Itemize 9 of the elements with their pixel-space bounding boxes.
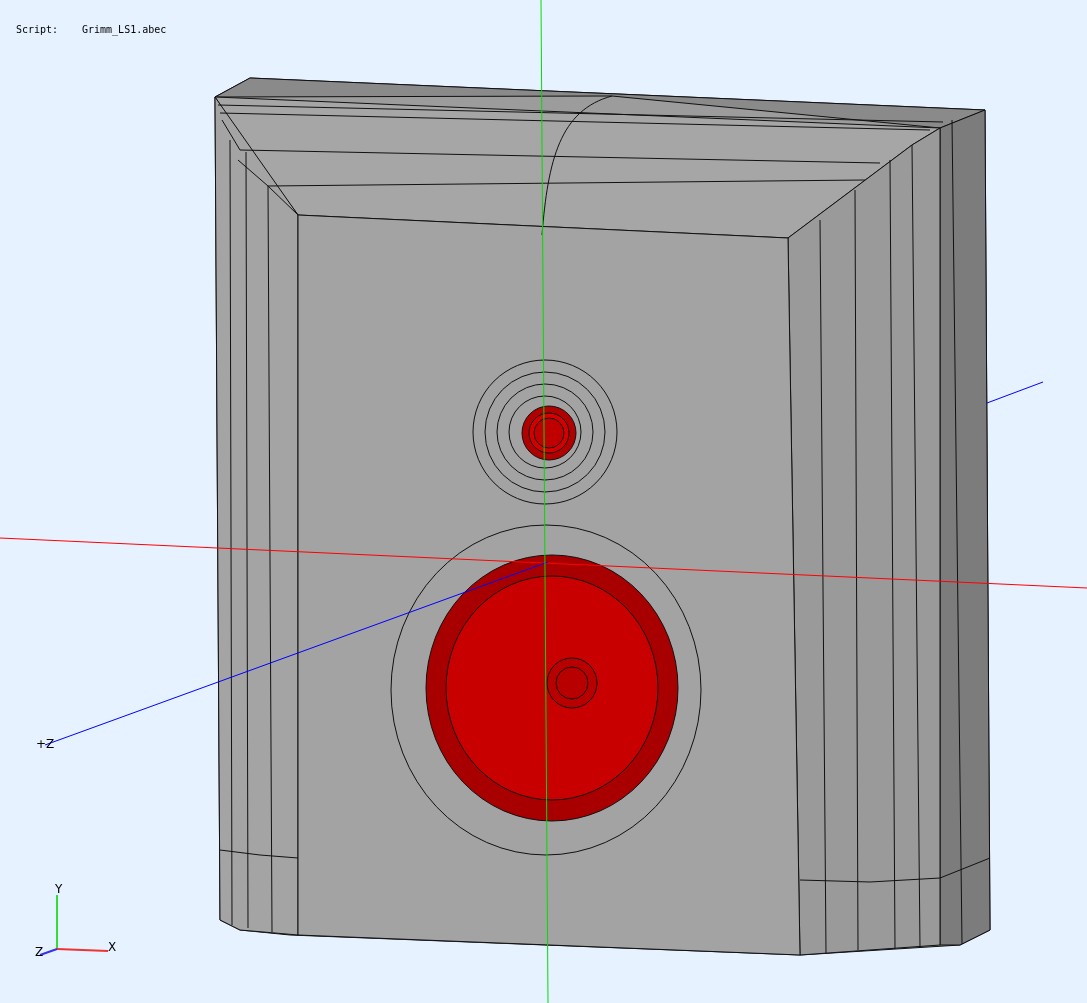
triad-y-label: Y xyxy=(55,883,63,895)
script-filename: Grimm_LS1.abec xyxy=(82,25,167,35)
triad-y-axis-line xyxy=(56,894,58,950)
z-axis-label: +Z xyxy=(36,738,55,750)
script-label: Script: xyxy=(16,25,59,35)
triad-x-label: X xyxy=(108,941,117,953)
triad-x-axis-line xyxy=(56,948,109,952)
triad-z-label: Z xyxy=(35,946,44,958)
z-axis-line xyxy=(986,381,1044,404)
